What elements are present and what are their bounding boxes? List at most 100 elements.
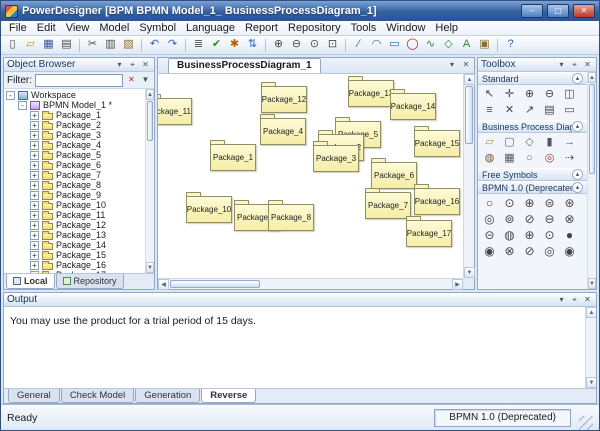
synchronization-tool[interactable]: ▮ <box>540 135 559 150</box>
print-icon[interactable]: ▤ <box>58 37 75 53</box>
zoom-in-icon[interactable]: ⊕ <box>270 37 287 53</box>
message-end-tool[interactable]: ◉ <box>480 244 499 259</box>
timer-intermediate-tool[interactable]: ⊘ <box>520 212 539 227</box>
process-tool[interactable]: ▢ <box>500 135 519 150</box>
panel-menu-icon[interactable]: ▾ <box>114 59 125 71</box>
collapse-icon[interactable]: ▴ <box>572 73 583 84</box>
message-flow-tool[interactable]: ⇢ <box>560 151 579 166</box>
menu-model[interactable]: Model <box>94 21 134 36</box>
pin-icon[interactable]: ⌖ <box>569 59 580 71</box>
link-tool[interactable]: ↗ <box>520 103 539 118</box>
fit-view-icon[interactable]: ⊡ <box>324 37 341 53</box>
filter-funnel-icon[interactable]: ▼ <box>140 74 151 86</box>
delete-tool[interactable]: ✕ <box>500 103 519 118</box>
compensation-intermediate-tool[interactable]: ⊗ <box>560 212 579 227</box>
package-symbol-package-15[interactable]: Package_15 <box>414 126 460 157</box>
error-end-tool[interactable]: ⊗ <box>500 244 519 259</box>
panel-menu-icon[interactable]: ▾ <box>556 59 567 71</box>
rectangle-icon[interactable]: ▭ <box>386 37 403 53</box>
expander-icon[interactable]: + <box>30 161 39 170</box>
canvas-vertical-scrollbar[interactable]: ▲ ▼ <box>463 74 474 278</box>
package-symbol-package-16[interactable]: Package_16 <box>414 184 460 215</box>
collapse-icon[interactable]: ▴ <box>572 182 583 193</box>
close-button[interactable]: ✕ <box>573 4 595 18</box>
package-symbol-package-11[interactable]: Package_11 <box>158 94 192 125</box>
end-tool[interactable]: ◎ <box>540 151 559 166</box>
tree-item-package-13[interactable]: +Package_13 <box>4 230 144 240</box>
pointer-tool[interactable]: ↖ <box>480 87 499 102</box>
rule-start-tool[interactable]: ⊜ <box>540 196 559 211</box>
redo-icon[interactable]: ↷ <box>164 37 181 53</box>
tree-item-package-7[interactable]: +Package_7 <box>4 170 144 180</box>
close-panel-icon[interactable]: ✕ <box>582 294 593 306</box>
arc-icon[interactable]: ◠ <box>368 37 385 53</box>
scroll-up-icon[interactable]: ▲ <box>464 74 475 85</box>
organization-unit-tool[interactable]: ▦ <box>500 151 519 166</box>
zoom-in-tool[interactable]: ⊕ <box>520 87 539 102</box>
tree-item-bpmn-model-1[interactable]: -BPMN Model_1 * <box>4 100 144 110</box>
tab-list-icon[interactable]: ▾ <box>446 59 458 71</box>
output-tab-general[interactable]: General <box>8 389 60 403</box>
generate-icon[interactable]: ✱ <box>226 37 243 53</box>
pin-icon[interactable]: ⌖ <box>569 294 580 306</box>
tab-repository[interactable]: Repository <box>56 274 124 289</box>
ellipse-icon[interactable]: ◯ <box>404 37 421 53</box>
menu-help[interactable]: Help <box>430 21 463 36</box>
toolbox-section-bpmn-1-0-deprecated[interactable]: BPMN 1.0 (Deprecated▴ <box>478 181 587 194</box>
tree-item-package-5[interactable]: +Package_5 <box>4 150 144 160</box>
expander-icon[interactable]: + <box>30 231 39 240</box>
expander-icon[interactable]: + <box>30 261 39 270</box>
package-symbol-package-13[interactable]: Package_13 <box>348 76 394 107</box>
scroll-down-icon[interactable]: ▼ <box>464 267 475 278</box>
note-tool[interactable]: ▤ <box>540 103 559 118</box>
open-icon[interactable]: ▱ <box>22 37 39 53</box>
output-vertical-scrollbar[interactable]: ▲ ▼ <box>585 307 596 388</box>
output-tab-generation[interactable]: Generation <box>135 389 200 403</box>
end-event-tool[interactable]: ● <box>560 228 579 243</box>
expander-icon[interactable]: + <box>30 181 39 190</box>
expander-icon[interactable]: + <box>30 221 39 230</box>
tree-item-package-15[interactable]: +Package_15 <box>4 250 144 260</box>
menu-file[interactable]: File <box>4 21 32 36</box>
expander-icon[interactable]: + <box>30 201 39 210</box>
collapse-icon[interactable]: ▴ <box>572 121 583 132</box>
error-intermediate-tool[interactable]: ⊖ <box>540 212 559 227</box>
tree-item-package-12[interactable]: +Package_12 <box>4 220 144 230</box>
scroll-left-icon[interactable]: ◀ <box>158 279 169 290</box>
package-symbol-package-6[interactable]: Package_6 <box>371 158 417 189</box>
panel-menu-icon[interactable]: ▾ <box>556 294 567 306</box>
grabber-tool[interactable]: ✛ <box>500 87 519 102</box>
tree-item-package-14[interactable]: +Package_14 <box>4 240 144 250</box>
undo-icon[interactable]: ↶ <box>146 37 163 53</box>
copy-icon[interactable]: ▥ <box>102 37 119 53</box>
scroll-thumb[interactable] <box>465 86 473 144</box>
flow-tool[interactable]: → <box>560 135 579 150</box>
compensation-end-tool[interactable]: ◎ <box>540 244 559 259</box>
tree-item-package-4[interactable]: +Package_4 <box>4 140 144 150</box>
diagram-canvas[interactable]: Package_11Package_12Package_13Package_14… <box>158 74 463 278</box>
tab-local[interactable]: Local <box>6 274 55 289</box>
expander-icon[interactable]: + <box>30 271 39 274</box>
title-tool[interactable]: ▭ <box>560 103 579 118</box>
scroll-down-icon[interactable]: ▼ <box>146 262 154 273</box>
pin-icon[interactable]: ⌖ <box>127 59 138 71</box>
scroll-thumb[interactable] <box>170 280 260 288</box>
decision-tool[interactable]: ◇ <box>520 135 539 150</box>
scroll-up-icon[interactable]: ▲ <box>586 307 596 318</box>
intermediate-event-tool[interactable]: ◎ <box>480 212 499 227</box>
timer-start-tool[interactable]: ⊕ <box>520 196 539 211</box>
check-model-icon[interactable]: ✔ <box>208 37 225 53</box>
expander-icon[interactable]: + <box>30 241 39 250</box>
resize-grip[interactable] <box>579 416 593 430</box>
scroll-thumb[interactable] <box>147 101 153 141</box>
zoom-out-icon[interactable]: ⊖ <box>288 37 305 53</box>
diagram-tab[interactable]: BusinessProcessDiagram_1 <box>168 58 321 73</box>
expander-icon[interactable]: - <box>6 91 15 100</box>
package-symbol-package-14[interactable]: Package_14 <box>390 89 436 120</box>
package-symbol-package-3[interactable]: Package_3 <box>313 141 359 172</box>
image-icon[interactable]: ▣ <box>476 37 493 53</box>
tree-vertical-scrollbar[interactable]: ▲ ▼ <box>145 89 154 273</box>
tree-item-package-3[interactable]: +Package_3 <box>4 130 144 140</box>
menu-symbol[interactable]: Symbol <box>134 21 181 36</box>
scroll-thumb[interactable] <box>589 84 595 174</box>
